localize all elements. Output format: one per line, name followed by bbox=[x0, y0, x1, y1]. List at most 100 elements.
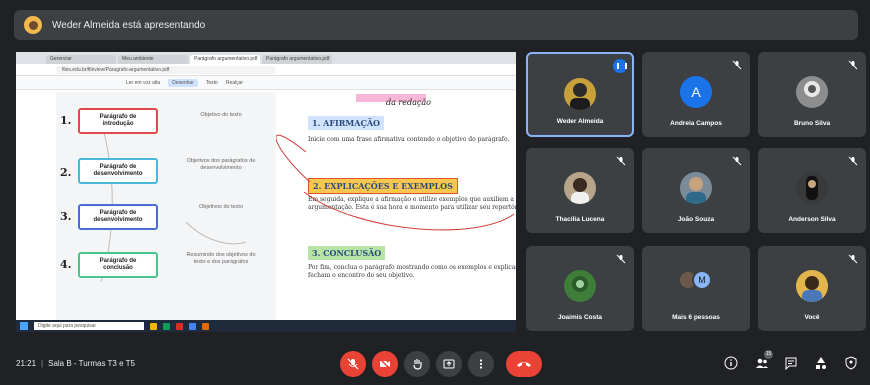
present-screen-button[interactable] bbox=[436, 351, 462, 377]
browser-tab: Parágrafo argumentativo.pdf bbox=[190, 55, 260, 64]
meet-window: Weder Almeida está apresentando Gerencia… bbox=[0, 0, 870, 385]
map-note: Resumindo dos objetivos do texto e dos p… bbox=[186, 252, 256, 265]
participant-photo bbox=[796, 172, 828, 204]
participant-name: Andreia Campos bbox=[670, 120, 722, 127]
shapes-icon bbox=[816, 357, 826, 369]
pdf-document: 1. Parágrafo de introdução Objetivo do t… bbox=[56, 92, 516, 320]
shield-icon bbox=[845, 356, 857, 370]
hand-icon bbox=[413, 359, 422, 370]
browser-tab: Parágrafo argumentativo.pdf bbox=[262, 55, 332, 64]
pdf-toolbar: Ler em voz alta Desenhar Texto Realçar bbox=[16, 76, 516, 90]
mic-off-icon bbox=[616, 254, 626, 264]
host-controls-button[interactable] bbox=[844, 356, 858, 370]
hang-up-icon bbox=[517, 362, 531, 367]
meeting-details-button[interactable] bbox=[724, 356, 738, 370]
app-icon bbox=[176, 322, 183, 330]
address-bar: files.edu.br/fileview/Paragrafo-argument… bbox=[16, 64, 516, 76]
participant-tile[interactable]: Bruno Silva bbox=[758, 52, 866, 137]
shared-screen[interactable]: Gerenciar Meu ambiente Parágrafo argumen… bbox=[16, 52, 516, 332]
draw-label: Desenhar bbox=[168, 78, 198, 87]
participant-tile[interactable]: Weder Almeida bbox=[526, 52, 634, 137]
participant-initial-avatar: M bbox=[692, 270, 712, 290]
camera-toggle-button[interactable] bbox=[372, 351, 398, 377]
chat-icon bbox=[785, 357, 797, 370]
participant-photo bbox=[680, 172, 712, 204]
bottom-bar: 21:21 | Sala B - Turmas T3 e T5 15 bbox=[0, 343, 870, 385]
participant-tile[interactable]: A Andreia Campos bbox=[642, 52, 750, 137]
speaking-indicator-icon bbox=[613, 59, 627, 73]
map-number: 4. bbox=[60, 258, 72, 271]
more-options-button[interactable] bbox=[468, 351, 494, 377]
mic-off-icon bbox=[848, 60, 858, 70]
participant-name: Thacília Lucena bbox=[555, 216, 605, 223]
map-number: 1. bbox=[60, 114, 72, 127]
more-people-label: Mais 6 pessoas bbox=[672, 314, 720, 321]
participant-tile[interactable]: Anderson Silva bbox=[758, 148, 866, 233]
participant-group-tile[interactable]: M Mais 6 pessoas bbox=[642, 246, 750, 331]
mic-toggle-button[interactable] bbox=[340, 351, 366, 377]
participant-tile[interactable]: João Souza bbox=[642, 148, 750, 233]
presenter-banner-text: Weder Almeida está apresentando bbox=[52, 19, 206, 31]
people-button[interactable]: 15 bbox=[755, 350, 773, 370]
read-aloud-label: Ler em voz alta bbox=[126, 79, 161, 86]
participant-initial-avatar: A bbox=[680, 76, 712, 108]
people-count-badge: 15 bbox=[764, 350, 773, 359]
meeting-name: Sala B - Turmas T3 e T5 bbox=[48, 359, 135, 368]
participant-name: Você bbox=[804, 314, 820, 321]
windows-taskbar: Digite aqui para pesquisar bbox=[16, 320, 516, 332]
map-box-introduction: Parágrafo de introdução bbox=[78, 108, 158, 134]
meeting-info: 21:21 | Sala B - Turmas T3 e T5 bbox=[16, 359, 135, 368]
mic-off-icon bbox=[848, 156, 858, 166]
mic-off-icon bbox=[732, 60, 742, 70]
paragraph-guide: da redação 1. AFIRMAÇÃO Inicie com uma f… bbox=[276, 92, 516, 320]
participant-name: João Souza bbox=[677, 216, 715, 223]
participant-name: Weder Almeida bbox=[556, 118, 604, 125]
info-icon bbox=[724, 356, 738, 370]
participant-photo bbox=[564, 270, 596, 302]
browser-tab-strip: Gerenciar Meu ambiente Parágrafo argumen… bbox=[16, 52, 516, 64]
chrome-icon bbox=[163, 322, 170, 330]
self-tile[interactable]: Você bbox=[758, 246, 866, 331]
activities-button[interactable] bbox=[814, 356, 828, 370]
text-label: Texto bbox=[205, 79, 218, 86]
participant-name: Bruno Silva bbox=[793, 120, 831, 127]
participant-tile[interactable]: Joaimis Costa bbox=[526, 246, 634, 331]
participant-name: Anderson Silva bbox=[788, 216, 836, 223]
address-bar-url: files.edu.br/fileview/Paragrafo-argument… bbox=[56, 65, 276, 74]
app-icon bbox=[189, 322, 196, 330]
highlight-label: Realçar bbox=[225, 79, 244, 86]
app-icon bbox=[202, 322, 209, 330]
participant-tile[interactable]: Thacília Lucena bbox=[526, 148, 634, 233]
map-number: 3. bbox=[60, 210, 72, 223]
chat-button[interactable] bbox=[784, 356, 798, 370]
mic-off-icon bbox=[347, 358, 359, 370]
leave-call-button[interactable] bbox=[506, 351, 542, 377]
browser-tab: Meu ambiente bbox=[118, 55, 188, 64]
present-icon bbox=[443, 359, 455, 369]
map-number: 2. bbox=[60, 166, 72, 179]
participant-photo bbox=[796, 270, 828, 302]
annotation-ink bbox=[276, 134, 515, 231]
mic-off-icon bbox=[616, 156, 626, 166]
map-box-development-2: Parágrafo de desenvolvimento bbox=[78, 204, 158, 230]
map-box-conclusion: Parágrafo de conclusão bbox=[78, 252, 158, 278]
mic-off-icon bbox=[732, 156, 742, 166]
raise-hand-button[interactable] bbox=[404, 351, 430, 377]
participant-photo bbox=[564, 78, 596, 110]
folder-icon bbox=[150, 322, 157, 330]
map-note: Objetivo do texto bbox=[200, 112, 242, 118]
participant-name: Joaimis Costa bbox=[557, 314, 603, 321]
map-note: Objetivos do texto bbox=[198, 204, 244, 210]
taskbar-search: Digite aqui para pesquisar bbox=[34, 322, 144, 330]
participant-photo bbox=[564, 172, 596, 204]
presenter-banner: Weder Almeida está apresentando bbox=[14, 10, 858, 40]
mind-map: 1. Parágrafo de introdução Objetivo do t… bbox=[56, 92, 276, 320]
camera-off-icon bbox=[379, 358, 391, 370]
map-note: Objetivos dos parágrafos de desenvolvime… bbox=[186, 158, 256, 171]
browser-tab: Gerenciar bbox=[46, 55, 116, 64]
participant-photo bbox=[796, 76, 828, 108]
clock: 21:21 bbox=[16, 359, 37, 368]
more-vert-icon bbox=[479, 359, 483, 369]
mic-off-icon bbox=[848, 254, 858, 264]
presenter-avatar bbox=[24, 16, 42, 34]
